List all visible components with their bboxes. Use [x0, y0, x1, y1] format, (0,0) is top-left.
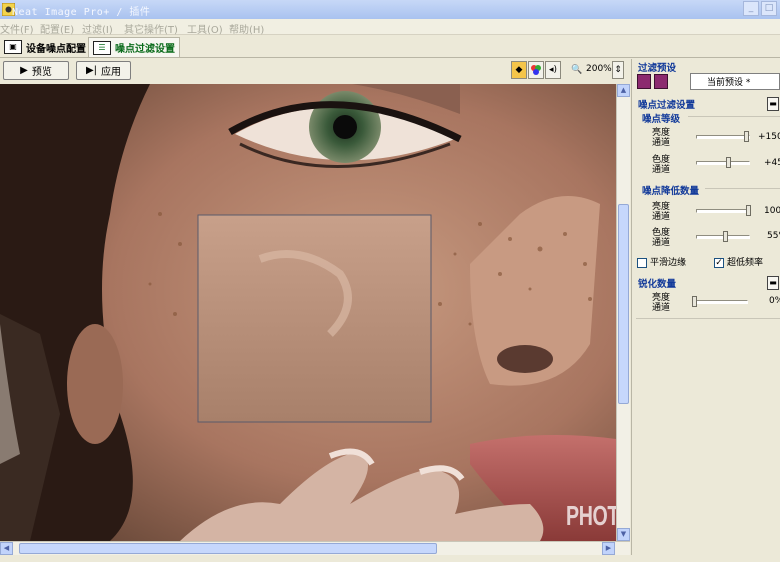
preset-section-title: 过滤预设	[638, 63, 677, 74]
scroll-right-arrow-icon[interactable]: ▶	[602, 542, 615, 555]
divider	[636, 318, 780, 319]
ultra-low-frequency-label: 超低频率	[727, 258, 764, 268]
filter-settings-icon: ☰	[93, 40, 111, 55]
face-photo	[0, 84, 616, 541]
preset-save-icon[interactable]	[654, 74, 668, 89]
menu-filter[interactable]: 过滤(I)	[82, 21, 113, 36]
preview-label: 预览	[31, 67, 52, 78]
noise-level-title: 噪点等级	[642, 114, 681, 125]
noise-reduction-luma-slider[interactable]	[696, 209, 750, 213]
noise-reduction-luma-label: 亮度 通道	[652, 202, 671, 222]
menu-tools[interactable]: 工具(O)	[187, 21, 223, 36]
noise-level-chroma-value: +45%	[764, 158, 780, 168]
play-icon: ▶	[20, 65, 28, 76]
scroll-up-arrow-icon[interactable]: ▲	[617, 84, 630, 97]
vertical-scroll-thumb[interactable]	[618, 204, 629, 404]
reset-sharpen-icon[interactable]: ▬	[767, 276, 779, 290]
preset-load-icon[interactable]	[637, 74, 651, 89]
menu-config[interactable]: 配置(E)	[40, 21, 74, 36]
apply-button[interactable]: ▶| 应用	[76, 61, 131, 80]
noise-level-chroma-slider[interactable]	[696, 161, 750, 165]
reset-filter-icon[interactable]: ▬	[767, 97, 779, 111]
ultra-low-frequency-checkbox[interactable]: ✓	[714, 258, 724, 268]
noise-reduction-title: 噪点降低数量	[642, 186, 700, 197]
minimize-button[interactable]: _	[743, 1, 759, 16]
status-bar	[0, 555, 780, 562]
sharpen-section-title: 锐化数量	[638, 279, 677, 290]
menu-bar: 文件(F) 配置(E) 过滤(I) 其它操作(T) 工具(O) 帮助(H)	[0, 19, 780, 36]
preset-value: 当前预设 *	[707, 78, 751, 88]
watermark: PHOTOPS.COM	[566, 500, 616, 531]
sharpen-luma-label: 亮度 通道	[652, 293, 671, 313]
title-bar: Neat Image Pro+ / 插件 _ □	[0, 0, 780, 19]
window-title: Neat Image Pro+ / 插件	[12, 7, 151, 18]
preview-button[interactable]: ▶ 预览	[3, 61, 69, 80]
sharpen-luma-thumb[interactable]	[692, 296, 697, 307]
sound-icon[interactable]: ◂)	[545, 61, 561, 79]
scroll-down-arrow-icon[interactable]: ▼	[617, 528, 630, 541]
color-channels-icon[interactable]	[528, 61, 544, 79]
noise-level-luma-thumb[interactable]	[744, 131, 749, 142]
noise-level-luma-label: 亮度 通道	[652, 128, 671, 148]
divider	[688, 116, 780, 117]
tab-bar: ▣ 设备噪点配置 ☰ 噪点过滤设置	[0, 36, 780, 58]
noise-level-luma-slider[interactable]	[696, 135, 750, 139]
tab-label: 设备噪点配置	[26, 43, 86, 55]
noise-level-chroma-label: 色度 通道	[652, 155, 671, 175]
noise-level-chroma-thumb[interactable]	[726, 157, 731, 168]
maximize-button[interactable]: □	[761, 1, 777, 16]
scroll-left-arrow-icon[interactable]: ◀	[0, 542, 13, 555]
vertical-scrollbar[interactable]: ▲ ▼	[616, 84, 630, 541]
filter-section-title: 噪点过滤设置	[638, 100, 696, 111]
toolbar: ▶ 预览 ▶| 应用 ◆ ◂) 🔍 200% ⇕	[0, 59, 630, 83]
noise-reduction-luma-thumb[interactable]	[746, 205, 751, 216]
smooth-edges-checkbox[interactable]	[637, 258, 647, 268]
apply-label: 应用	[101, 67, 122, 78]
menu-other-operations[interactable]: 其它操作(T)	[124, 21, 178, 36]
horizontal-scroll-thumb[interactable]	[19, 543, 437, 554]
menu-help[interactable]: 帮助(H)	[229, 21, 264, 36]
zoom-spinner[interactable]: ⇕	[612, 61, 624, 79]
divider	[705, 188, 780, 189]
palette-icon[interactable]: ◆	[511, 61, 527, 79]
smooth-edges-label: 平滑边缘	[650, 258, 687, 268]
tab-label: 噪点过滤设置	[115, 44, 175, 55]
noise-reduction-chroma-label: 色度 通道	[652, 228, 671, 248]
image-preview[interactable]: PHOTOPS.COM	[0, 84, 616, 541]
horizontal-scrollbar[interactable]: ◀ ▶	[0, 541, 630, 555]
tab-device-noise-profile[interactable]: ▣ 设备噪点配置	[0, 37, 90, 57]
sharpen-luma-value: 0%	[769, 296, 780, 306]
sharpen-luma-slider[interactable]	[696, 300, 748, 304]
camera-profile-icon: ▣	[4, 40, 22, 54]
step-play-icon: ▶|	[85, 65, 98, 76]
preset-dropdown[interactable]: 当前预设 *	[690, 73, 780, 90]
menu-file[interactable]: 文件(F)	[0, 21, 34, 36]
noise-reduction-luma-value: 100%	[764, 206, 780, 216]
tab-noise-filter-settings[interactable]: ☰ 噪点过滤设置	[88, 37, 180, 57]
noise-reduction-chroma-value: 55%	[767, 231, 780, 241]
zoom-level: 200%	[586, 64, 612, 74]
noise-reduction-chroma-thumb[interactable]	[723, 231, 728, 242]
magnifier-icon[interactable]: 🔍	[569, 61, 585, 79]
noise-level-luma-value: +150%	[758, 132, 780, 142]
